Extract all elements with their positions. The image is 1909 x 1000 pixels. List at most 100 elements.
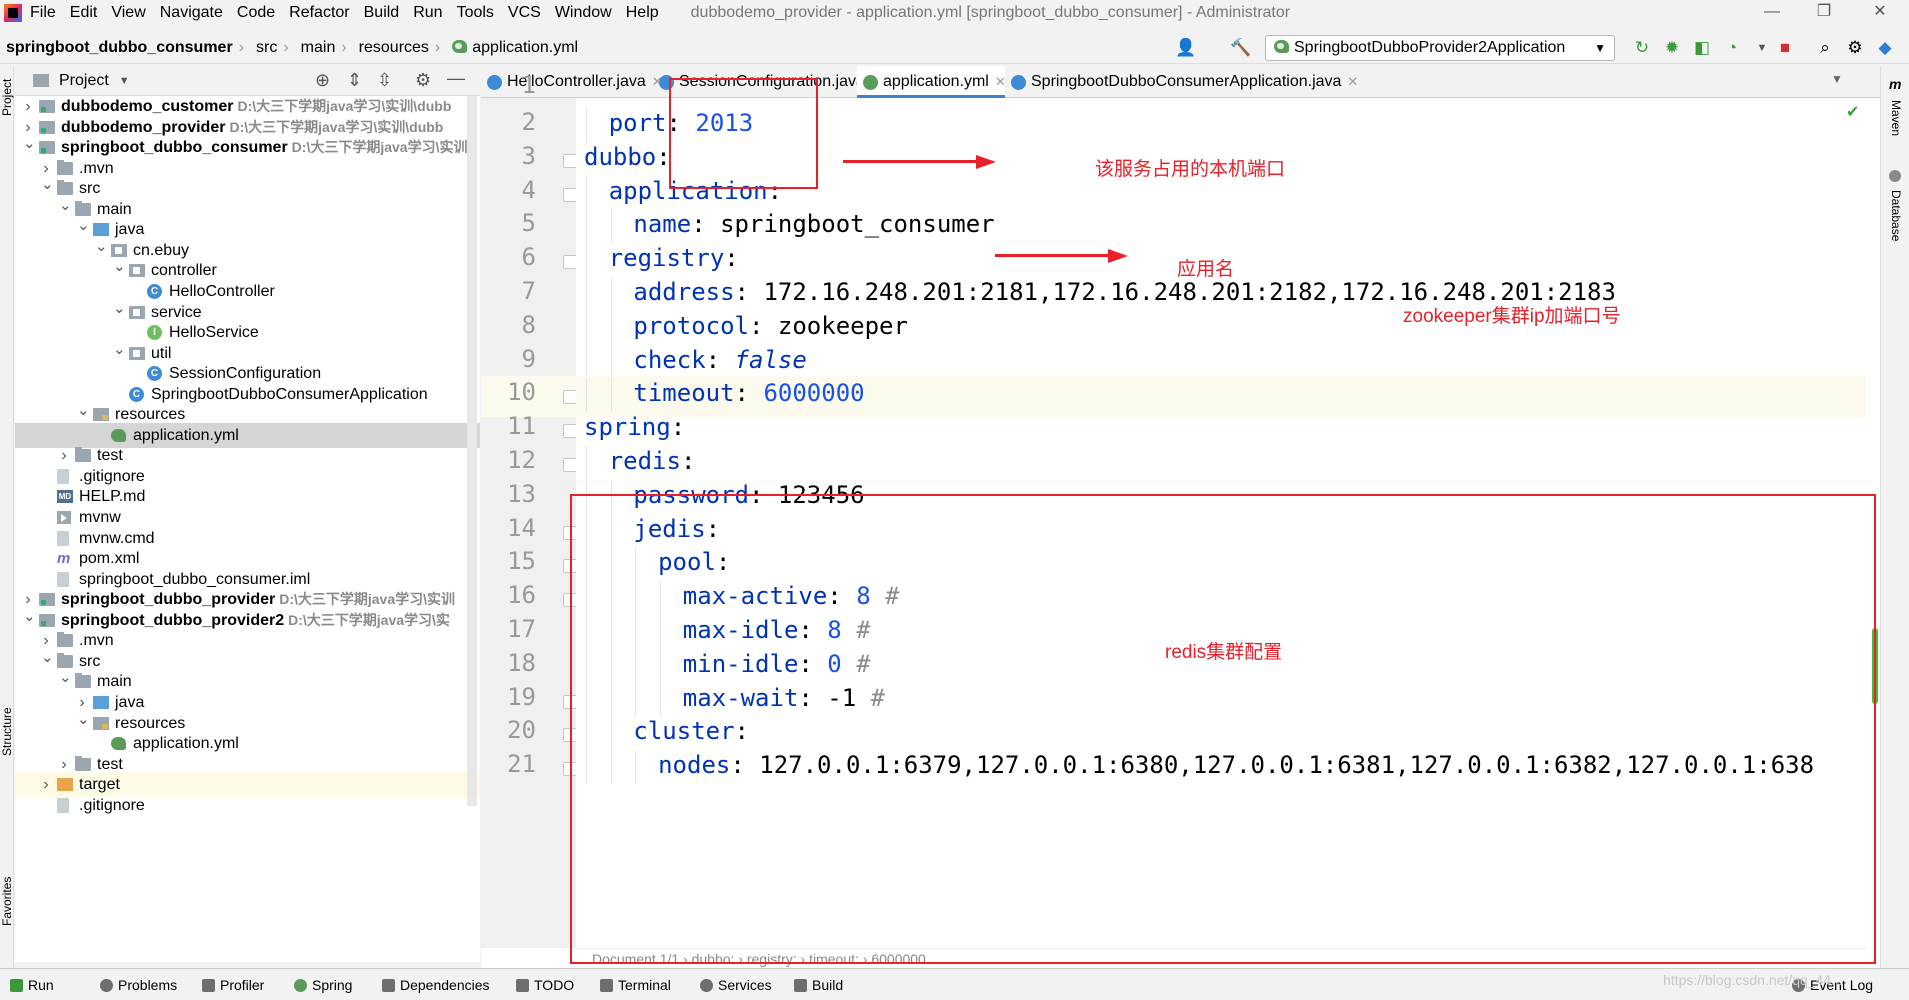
run-configuration-select[interactable]: SpringbootDubboProvider2Application ▼ (1265, 35, 1615, 61)
menu-file[interactable]: File (30, 4, 56, 22)
menu-view[interactable]: View (111, 4, 145, 22)
chevron-down-icon[interactable]: ⌄ (59, 665, 72, 690)
chevron-down-icon[interactable]: ⌄ (23, 131, 36, 156)
inspection-ok-icon[interactable]: ✔ (1846, 102, 1859, 122)
tree-item-text: dubbodemo_provider (61, 118, 226, 136)
tree-item[interactable]: .gitignore (15, 793, 480, 818)
yaml-value: false (734, 345, 807, 374)
fold-marker-icon[interactable] (563, 153, 577, 168)
build-tool-button[interactable]: Build (792, 969, 843, 1000)
rerun-icon[interactable]: ↻ (1632, 38, 1652, 58)
chevron-down-icon[interactable]: ⌄ (41, 172, 54, 197)
stop-icon[interactable]: ■ (1775, 38, 1795, 58)
crumb-src[interactable]: src (256, 39, 277, 57)
expand-all-icon[interactable]: ⇕ (347, 70, 362, 91)
chevron-down-icon[interactable]: ⌄ (77, 213, 90, 238)
tree-item-text: pom.xml (79, 550, 140, 568)
locate-icon[interactable]: ⊕ (315, 70, 330, 91)
minimize-icon[interactable]: — (1752, 0, 1792, 26)
terminal-tool-button[interactable]: Terminal (598, 969, 671, 1000)
menu-run[interactable]: Run (413, 4, 442, 22)
todo-tool-button[interactable]: TODO (514, 969, 574, 1000)
plugin-icon[interactable]: ◆ (1875, 38, 1895, 58)
tree-item-text: springboot_dubbo_consumer.iml (79, 570, 311, 588)
search-icon[interactable]: ⌕ (1815, 38, 1835, 58)
chevron-down-icon[interactable]: ⌄ (95, 234, 108, 259)
package-icon (129, 346, 145, 360)
menu-refactor[interactable]: Refactor (289, 4, 349, 22)
profile-icon[interactable]: ◔ (1722, 38, 1742, 58)
chevron-down-icon[interactable]: ⌄ (113, 296, 126, 321)
coverage-icon[interactable]: ◧ (1692, 38, 1712, 58)
more-run-chevron-icon[interactable]: ▼ (1752, 38, 1772, 58)
fold-marker-icon[interactable] (563, 187, 577, 202)
menu-window[interactable]: Window (555, 4, 612, 22)
tree-item-text: resources (115, 714, 186, 732)
structure-tool-tab[interactable]: Structure (0, 707, 14, 756)
close-icon[interactable]: ✕ (1347, 74, 1358, 89)
tabs-chevron-down-icon[interactable]: ▼ (1831, 72, 1843, 86)
chevron-down-icon[interactable]: ⌄ (77, 398, 90, 423)
crumb-file[interactable]: application.yml (452, 39, 578, 57)
maven-pom-icon: m (57, 550, 71, 568)
shell-script-icon (57, 511, 71, 524)
menu-vcs[interactable]: VCS (508, 4, 541, 22)
menu-navigate[interactable]: Navigate (160, 4, 223, 22)
maven-tool-tab[interactable]: Maven (1889, 100, 1903, 136)
fold-marker-icon[interactable] (563, 424, 577, 439)
dependencies-tool-button[interactable]: Dependencies (380, 969, 490, 1000)
problems-tool-button[interactable]: Problems (98, 969, 177, 1000)
gear-icon[interactable]: ⚙ (415, 70, 431, 91)
chevron-down-icon[interactable]: ⌄ (41, 645, 54, 670)
chevron-down-icon[interactable]: ⌄ (113, 337, 126, 362)
gear-icon[interactable]: ⚙ (1845, 38, 1865, 58)
tab-label: application.yml (883, 73, 989, 90)
debug-icon[interactable]: ✹ (1662, 38, 1682, 58)
project-tree: › dubbodemo_customer D:\大三下学期java学习\实训\dub… (15, 96, 480, 962)
profiler-icon (202, 979, 215, 992)
indent-guide (610, 344, 612, 379)
spring-tool-button[interactable]: Spring (292, 969, 352, 1000)
close-icon[interactable]: ✕ (1860, 0, 1900, 26)
menu-code[interactable]: Code (237, 4, 275, 22)
terminal-icon (600, 979, 613, 992)
crumb-resources[interactable]: resources (359, 39, 429, 57)
menu-help[interactable]: Help (626, 4, 659, 22)
menu-tools[interactable]: Tools (457, 4, 494, 22)
project-view-title[interactable]: Project (59, 72, 109, 90)
chevron-down-icon[interactable]: ⌄ (77, 707, 90, 732)
tree-scrollbar[interactable] (467, 96, 477, 806)
resources-folder-icon (93, 716, 109, 730)
maximize-icon[interactable]: ❐ (1804, 0, 1844, 26)
services-tool-button[interactable]: Services (698, 969, 772, 1000)
fold-marker-icon[interactable] (563, 390, 577, 405)
spring-boot-icon (1274, 40, 1289, 53)
line-number: 1 (521, 71, 536, 100)
chevron-down-icon[interactable]: ⌄ (113, 254, 126, 279)
favorites-tool-tab[interactable]: Favorites (0, 877, 14, 926)
collapse-all-icon[interactable]: ⇳ (377, 70, 392, 91)
maven-icon[interactable]: m (1889, 76, 1901, 92)
menu-edit[interactable]: Edit (70, 4, 98, 22)
profiler-tool-button[interactable]: Profiler (200, 969, 264, 1000)
fold-marker-icon[interactable] (563, 458, 577, 472)
tab-application-yml[interactable]: application.yml ✕ (857, 66, 1006, 98)
menu-build[interactable]: Build (364, 4, 400, 22)
project-tool-tab[interactable]: Project (0, 79, 14, 116)
intellij-logo-icon (4, 4, 22, 22)
crumb-project[interactable]: springboot_dubbo_consumer (6, 39, 233, 57)
build-hammer-icon[interactable]: 🔨 (1230, 38, 1251, 58)
crumb-main[interactable]: main (301, 39, 336, 57)
user-icon[interactable]: 👤 (1175, 38, 1196, 58)
fold-marker-icon[interactable] (563, 255, 577, 270)
chevron-down-icon[interactable]: ▼ (119, 75, 130, 87)
tab-consumer-application[interactable]: SpringbootDubboConsumerApplication.java ✕ (1005, 66, 1395, 98)
folder-icon (57, 159, 73, 175)
tree-item-text: controller (151, 262, 217, 280)
database-tool-tab[interactable]: Database (1889, 190, 1903, 241)
chevron-down-icon[interactable]: ⌄ (23, 604, 36, 629)
line-number: 16 (507, 581, 536, 610)
hide-panel-icon[interactable]: — (447, 68, 465, 89)
run-tool-button[interactable]: Run (8, 969, 54, 1000)
chevron-down-icon[interactable]: ⌄ (59, 193, 72, 218)
